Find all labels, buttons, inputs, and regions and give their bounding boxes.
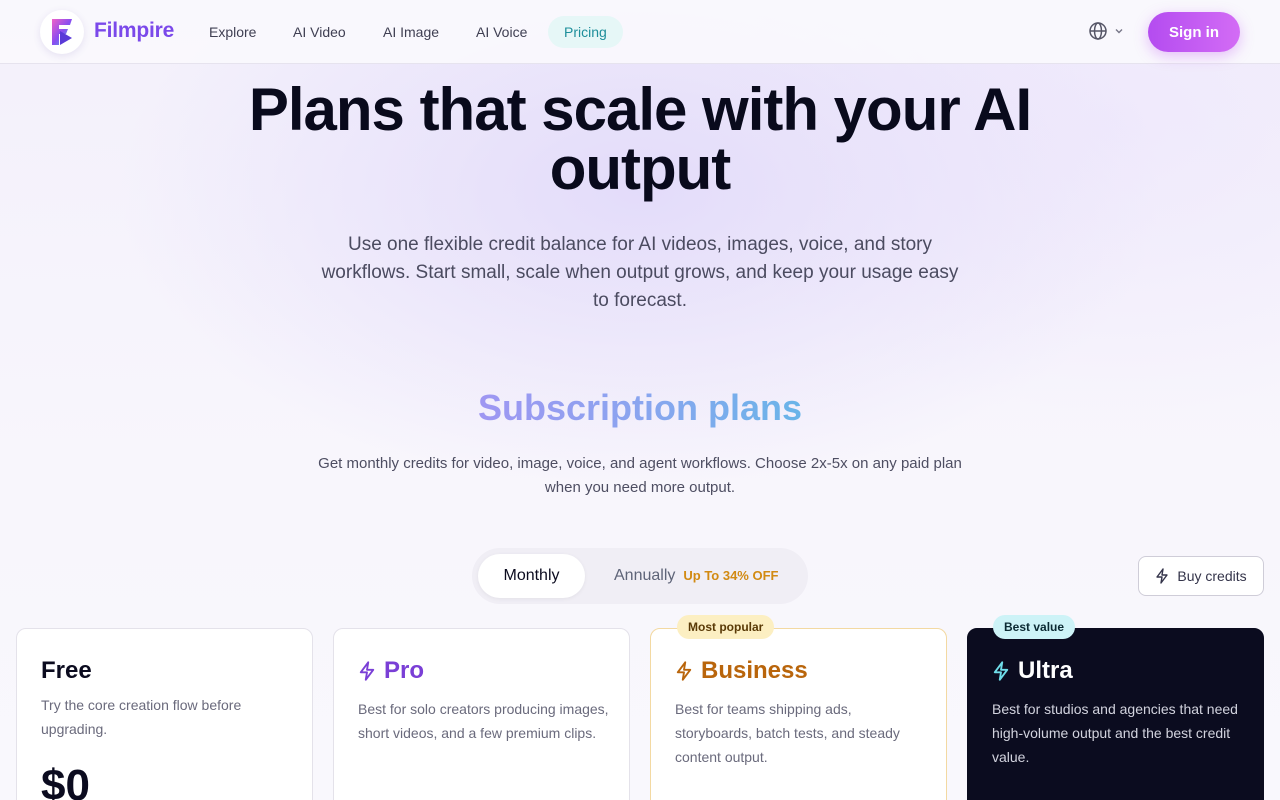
page-title-line-1: Plans that scale with your AI (248, 76, 1032, 143)
page-title: Plans that scale with your AI output (200, 80, 1080, 199)
plan-name-label: Pro (384, 657, 425, 684)
plan-description: Best for studios and agencies that need … (992, 701, 1238, 765)
plan-name-label: Ultra (1018, 657, 1073, 684)
billing-annually-option[interactable]: Annually Up To 34% OFF (614, 554, 778, 598)
billing-monthly-option[interactable]: Monthly (478, 554, 585, 598)
plan-name-label: Free (41, 657, 92, 684)
plan-card-free[interactable]: Free Try the core creation flow before u… (16, 628, 313, 800)
annual-discount-badge: Up To 34% OFF (683, 568, 779, 583)
billing-toggle: Monthly Annually Up To 34% OFF (472, 548, 808, 604)
plan-name-label: Business (701, 657, 808, 684)
plan-card-pro[interactable]: Pro Best for solo creators producing ima… (333, 628, 630, 800)
most-popular-badge: Most popular (677, 615, 775, 639)
lightning-icon (1156, 568, 1169, 584)
buy-credits-label: Buy credits (1177, 568, 1247, 584)
filmpire-logo-icon[interactable] (40, 10, 84, 54)
chevron-down-icon (1115, 29, 1123, 34)
nav-link-ai-voice[interactable]: AI Voice (460, 16, 543, 48)
plan-description: Best for solo creators producing images,… (358, 701, 609, 741)
plan-name: Ultra (992, 657, 1073, 685)
best-value-badge: Best value (993, 615, 1076, 639)
nav-link-explore[interactable]: Explore (193, 16, 272, 48)
billing-annually-label: Annually (614, 567, 676, 584)
plan-name: Pro (358, 657, 424, 685)
page-subtitle: Use one flexible credit balance for AI v… (321, 234, 959, 311)
top-nav: Filmpire Explore AI Video AI Image AI Vo… (0, 0, 1280, 64)
subscription-plans-subtitle: Get monthly credits for video, image, vo… (318, 455, 962, 496)
plan-name: Free (41, 657, 92, 685)
plan-card-business[interactable]: Most popular Business Best for teams shi… (650, 615, 947, 800)
plan-description: Best for teams shipping ads, storyboards… (675, 701, 900, 765)
nav-link-ai-video[interactable]: AI Video (277, 16, 362, 48)
plan-price: $0 (41, 761, 90, 800)
nav-link-ai-image[interactable]: AI Image (367, 16, 455, 48)
globe-icon (1089, 22, 1107, 40)
brand-name[interactable]: Filmpire (94, 19, 174, 43)
plan-description: Try the core creation flow before upgrad… (41, 697, 242, 737)
lightning-icon (993, 661, 1009, 681)
sign-in-button[interactable]: Sign in (1148, 12, 1240, 52)
page-title-line-2: output (549, 135, 732, 202)
plan-name: Business (675, 657, 808, 685)
nav-link-pricing[interactable]: Pricing (548, 16, 623, 48)
lightning-icon (359, 661, 375, 681)
language-selector[interactable] (1088, 21, 1124, 41)
lightning-icon (676, 661, 692, 681)
plan-card-ultra[interactable]: Best value Ultra Best for studios and ag… (967, 615, 1264, 800)
buy-credits-button[interactable]: Buy credits (1138, 556, 1264, 596)
subscription-plans-title: Subscription plans (340, 386, 940, 430)
